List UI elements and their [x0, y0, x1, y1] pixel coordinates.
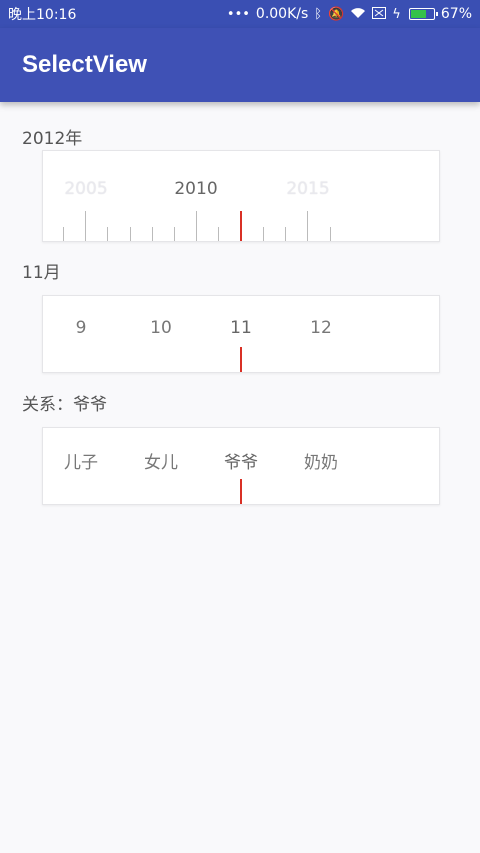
status-bar: 晚上10:16 ••• 0.00K/s ᛒ 🔕 ϟ 67% [0, 0, 480, 28]
battery-icon [408, 8, 438, 20]
selection-indicator [240, 479, 242, 504]
network-speed: 0.00K/s [255, 6, 309, 22]
wifi-icon [350, 7, 366, 22]
charging-icon: ϟ [392, 6, 401, 22]
ruler-tick [63, 227, 64, 241]
year-major-label: 2010 [174, 179, 218, 199]
year-picker[interactable]: 2005 2010 2015 [42, 150, 440, 242]
ruler-tick [107, 227, 108, 241]
relation-picker[interactable]: 儿子 女儿 爷爷 奶奶 [42, 427, 440, 505]
relation-option[interactable]: 爷爷 [224, 448, 258, 473]
year-major-label: 2015 [286, 179, 330, 199]
relation-label: 关系：爷爷 [22, 395, 107, 415]
mute-icon: 🔕 [328, 6, 345, 22]
ruler-tick [196, 211, 197, 241]
sim-icon [372, 6, 387, 22]
year-major-label: 2005 [64, 179, 108, 199]
app-bar: SelectView [0, 28, 480, 102]
month-picker[interactable]: 9 10 11 12 [42, 295, 440, 373]
ruler-tick [330, 227, 331, 241]
selection-indicator [240, 211, 242, 241]
ruler-tick [152, 227, 153, 241]
status-icons: ••• 0.00K/s ᛒ 🔕 ϟ 67% [227, 6, 472, 22]
ruler-tick [174, 227, 175, 241]
ruler-tick [85, 211, 86, 241]
bluetooth-icon: ᛒ [314, 6, 323, 22]
relation-option[interactable]: 奶奶 [304, 448, 338, 473]
relation-option[interactable]: 儿子 [64, 448, 98, 473]
selection-indicator [240, 347, 242, 372]
month-option[interactable]: 9 [76, 318, 87, 338]
battery-percent: 67% [440, 6, 472, 22]
month-option[interactable]: 11 [230, 318, 252, 338]
year-label: 2012年 [22, 129, 83, 149]
ruler-tick [130, 227, 131, 241]
month-option[interactable]: 12 [310, 318, 332, 338]
ruler-tick [263, 227, 264, 241]
dots-icon: ••• [226, 6, 250, 22]
app-title: SelectView [22, 51, 147, 78]
month-label: 11月 [22, 263, 61, 283]
relation-option[interactable]: 女儿 [144, 448, 178, 473]
battery-fill [410, 10, 426, 18]
ruler-tick [307, 211, 308, 241]
month-option[interactable]: 10 [150, 318, 172, 338]
status-time: 晚上10:16 [8, 7, 77, 23]
ruler-tick [285, 227, 286, 241]
ruler-tick [218, 227, 219, 241]
